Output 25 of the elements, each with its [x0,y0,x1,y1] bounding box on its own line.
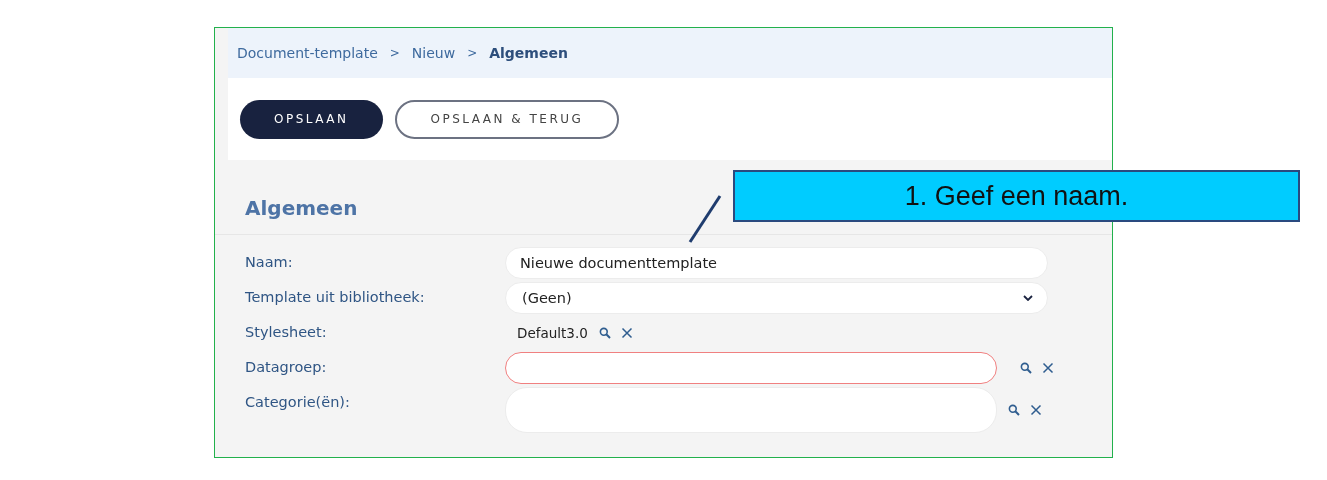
save-and-back-button[interactable]: OPSLAAN & TERUG [394,99,620,139]
datagroup-field[interactable] [505,352,997,384]
callout: 1. Geef een naam. [733,170,1300,222]
breadcrumb-link[interactable]: Nieuw [411,45,456,61]
leader-line [688,194,722,244]
close-icon[interactable] [620,327,633,339]
breadcrumb-link[interactable]: Document-template [237,45,378,61]
name-field[interactable]: Nieuwe documenttemplate [505,247,1048,279]
save-button[interactable]: OPSLAAN [240,99,383,139]
chevron-down-icon [1023,295,1033,301]
breadcrumb-separator: > [389,46,400,60]
breadcrumb-separator: > [467,46,478,60]
template-dropdown[interactable]: (Geen) [505,282,1048,314]
field-label: Stylesheet: [245,323,328,340]
close-icon[interactable] [1030,404,1042,416]
search-icon[interactable] [1020,362,1032,374]
stylesheet-value: Default3.0 [516,325,588,341]
breadcrumb-link[interactable]: Algemeen [489,45,568,61]
search-icon[interactable] [1008,404,1020,416]
close-icon[interactable] [1042,362,1054,374]
field-label: Datagroep: [245,358,328,375]
field-label: Categorie(ën): [245,393,351,410]
field-label: Template uit bibliotheek: [245,288,426,305]
search-icon[interactable] [598,327,611,339]
field-label: Naam: [245,253,294,270]
